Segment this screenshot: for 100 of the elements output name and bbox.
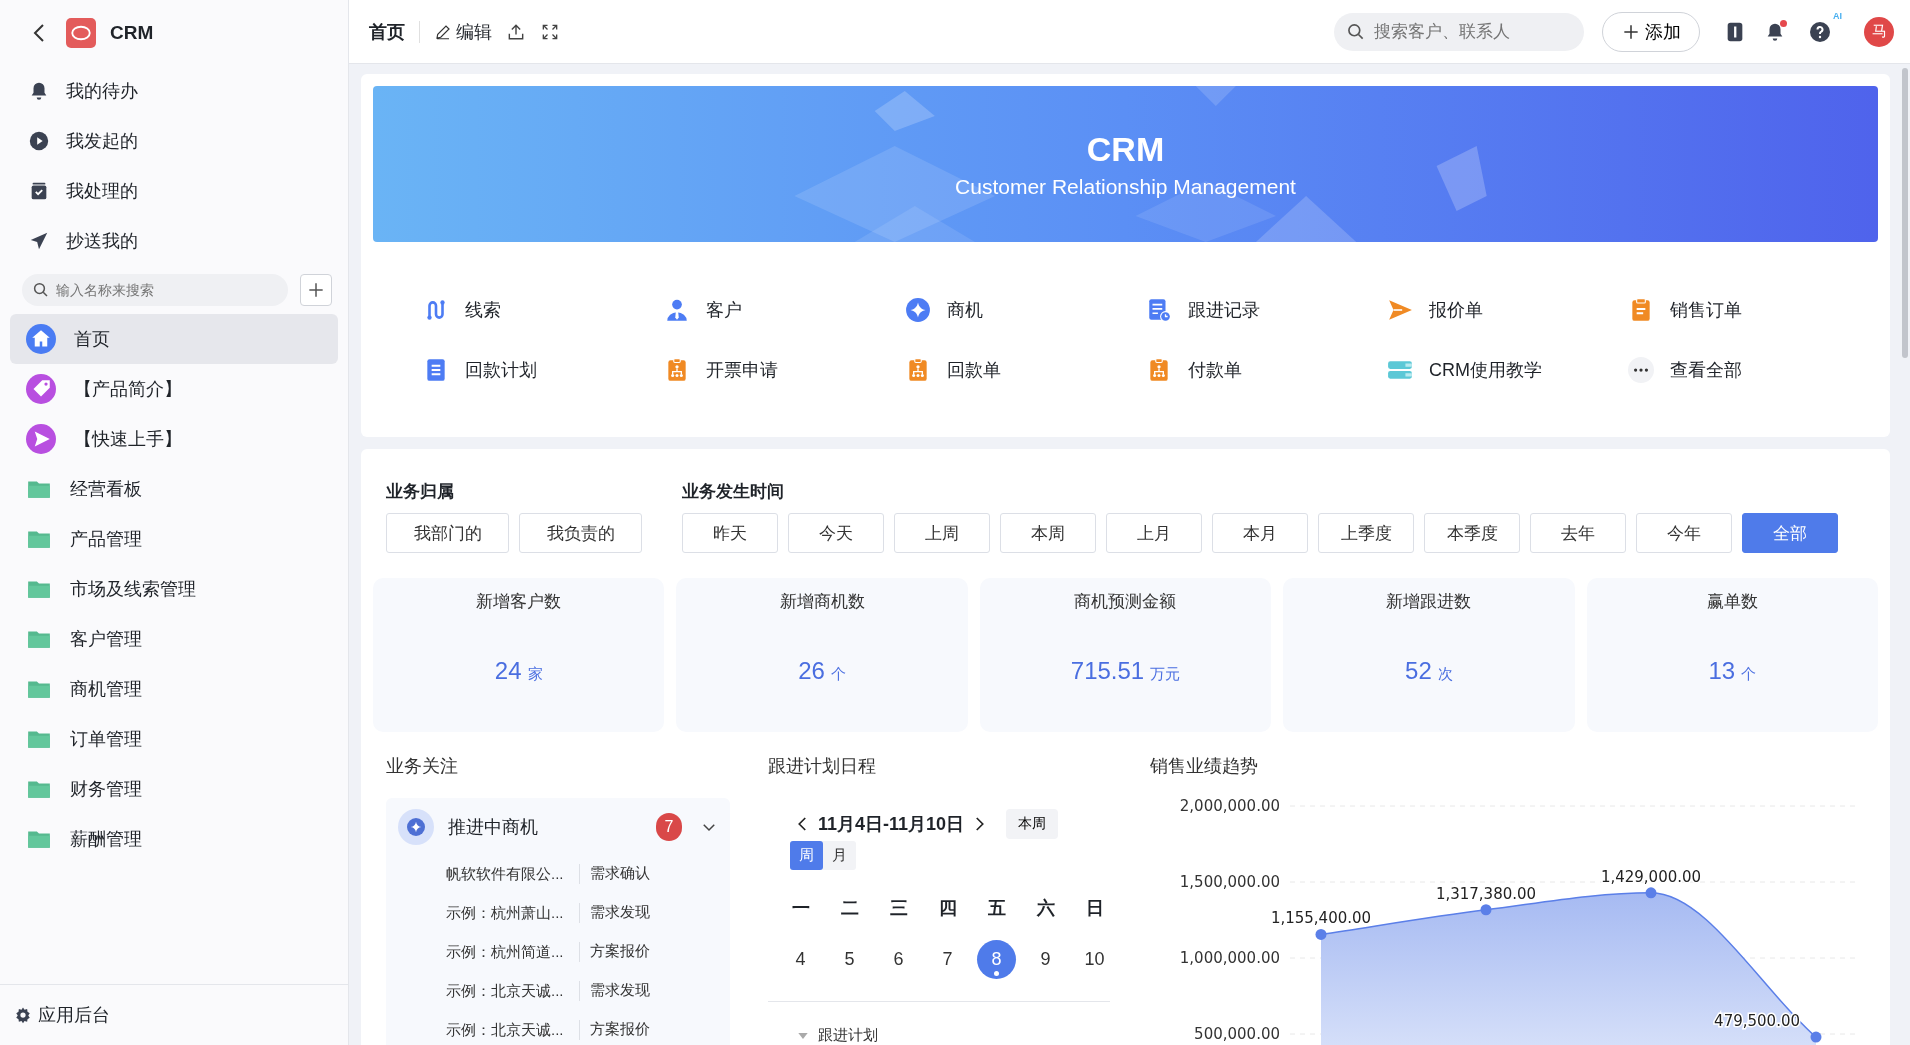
admin-link[interactable]: 应用后台 (0, 984, 348, 1045)
calendar-day[interactable]: 5 (830, 940, 869, 979)
quick-link[interactable]: 商机 (905, 295, 1146, 325)
ai-label: AI (1833, 10, 1842, 21)
weekday-label: 六 (1036, 897, 1055, 920)
stat-label: 新增商机数 (779, 591, 865, 613)
nav-item[interactable]: 产品管理 (10, 514, 338, 564)
nav-item[interactable]: 客户管理 (10, 614, 338, 664)
section-title: 业务关注 (386, 755, 459, 778)
stat-value: 26 (798, 657, 825, 685)
stat-value: 52 (1405, 657, 1432, 685)
filter-option[interactable]: 本季度 (1424, 513, 1520, 553)
weekday-label: 四 (938, 897, 957, 920)
filter-option[interactable]: 昨天 (682, 513, 778, 553)
count-badge: 7 (656, 813, 682, 841)
user-avatar[interactable]: 马 (1864, 16, 1894, 47)
data-point (1810, 1031, 1822, 1043)
quick-link[interactable]: 查看全部 (1628, 355, 1869, 385)
nav-item[interactable]: 订单管理 (10, 714, 338, 764)
quick-link[interactable]: 付款单 (1146, 355, 1387, 385)
page-tab[interactable]: 首页 (369, 15, 405, 48)
opportunity-stage: 需求发现 (589, 981, 650, 1000)
quick-link[interactable]: 回款单 (905, 355, 1146, 385)
nav-item[interactable]: 市场及线索管理 (10, 564, 338, 614)
paper-plane-icon (1387, 297, 1413, 323)
data-point (1645, 887, 1657, 899)
data-point (1315, 928, 1327, 940)
quick-link[interactable]: 线索 (423, 295, 664, 325)
calendar-day[interactable]: 10 (1075, 940, 1114, 979)
opportunity-stage: 方案报价 (589, 942, 650, 961)
filter-option[interactable]: 本周 (1000, 513, 1096, 553)
filter-option[interactable]: 去年 (1530, 513, 1626, 553)
opportunity-name[interactable]: 示例：北京天诚... (446, 1019, 580, 1040)
edit-button[interactable]: 编辑 (434, 19, 492, 44)
search-field[interactable]: 输入名称来搜索 (22, 274, 288, 306)
calendar-day[interactable]: 9 (1026, 940, 1065, 979)
this-week-button[interactable]: 本周 (1006, 809, 1059, 839)
quick-link[interactable]: 回款计划 (423, 355, 664, 385)
filter-option[interactable]: 今天 (788, 513, 884, 553)
section-label[interactable]: 跟进计划 (818, 1026, 878, 1045)
add-button[interactable] (300, 274, 332, 306)
tag-icon (26, 374, 56, 404)
stat-value: 13 (1708, 657, 1736, 685)
calendar-day[interactable]: 4 (781, 940, 820, 979)
quick-link[interactable]: CRM使用教学 (1387, 355, 1628, 385)
quick-link[interactable]: 开票申请 (664, 355, 905, 385)
weekday-label: 三 (889, 897, 908, 920)
chart-title: 销售业绩趋势 (1150, 755, 1259, 778)
quick-link[interactable]: 跟进记录 (1146, 295, 1387, 325)
shortcut-item[interactable]: 抄送我的 (0, 216, 348, 266)
view-tab[interactable]: 周 (790, 841, 823, 870)
filter-option[interactable]: 我部门的 (386, 513, 509, 553)
opportunity-name[interactable]: 帆软软件有限公... (446, 863, 580, 884)
nav-item[interactable]: 【产品简介】 (10, 364, 338, 414)
nav-item[interactable]: 【快速上手】 (10, 414, 338, 464)
opportunity-name[interactable]: 示例：杭州萧山... (446, 902, 580, 923)
opportunity-icon (398, 809, 434, 845)
stat-value: 24 (494, 657, 522, 685)
search-field[interactable]: 搜索客户、联系人 (1334, 12, 1584, 51)
filter-option[interactable]: 今年 (1636, 513, 1732, 553)
send-icon (26, 424, 56, 454)
stat-label: 新增跟进数 (1386, 591, 1472, 613)
filter-option[interactable]: 我负责的 (519, 513, 642, 553)
nav-item[interactable]: 商机管理 (10, 664, 338, 714)
opportunity-name[interactable]: 示例：杭州简道... (446, 941, 580, 962)
filter-option[interactable]: 本月 (1212, 513, 1308, 553)
stat-value: 715.51 (1070, 657, 1145, 685)
shortcut-item[interactable]: 我发起的 (0, 116, 348, 166)
nav-item[interactable]: 首页 (10, 314, 338, 364)
data-point (1480, 904, 1492, 916)
stat-unit: 万元 (1150, 665, 1181, 684)
nav-item[interactable]: 薪酬管理 (10, 814, 338, 864)
opportunity-name[interactable]: 示例：北京天诚... (446, 980, 580, 1001)
filter-option[interactable]: 全部 (1742, 513, 1838, 553)
banner-subtitle: Customer Relationship Management (955, 174, 1296, 199)
filter-option[interactable]: 上季度 (1318, 513, 1414, 553)
view-tab[interactable]: 月 (823, 841, 856, 870)
calendar-day[interactable]: 6 (879, 940, 918, 979)
calendar-day[interactable]: 7 (928, 940, 967, 979)
calendar-day[interactable]: 8 (977, 940, 1016, 979)
help-icon[interactable] (1808, 19, 1832, 44)
settings-icon (14, 1006, 32, 1024)
search-icon (32, 281, 50, 299)
quick-link[interactable]: 客户 (664, 295, 905, 325)
shortcut-item[interactable]: 我的待办 (0, 66, 348, 116)
shortcut-item[interactable]: 我处理的 (0, 166, 348, 216)
filter-title: 业务发生时间 (682, 481, 785, 503)
add-button[interactable]: 添加 (1602, 11, 1700, 52)
nav-item[interactable]: 财务管理 (10, 764, 338, 814)
document-clock-icon (1146, 297, 1172, 323)
filter-option[interactable]: 上月 (1106, 513, 1202, 553)
data-label: 479,500.00 (1714, 1012, 1800, 1031)
banner-title: CRM (1086, 129, 1165, 169)
quick-link[interactable]: 销售订单 (1628, 295, 1869, 325)
quick-link[interactable]: 报价单 (1387, 295, 1628, 325)
weekday-label: 一 (791, 897, 810, 920)
scrollbar-thumb[interactable] (1902, 68, 1908, 358)
nav-item[interactable]: 经营看板 (10, 464, 338, 514)
filter-option[interactable]: 上周 (894, 513, 990, 553)
sparkle-icon (905, 297, 931, 323)
